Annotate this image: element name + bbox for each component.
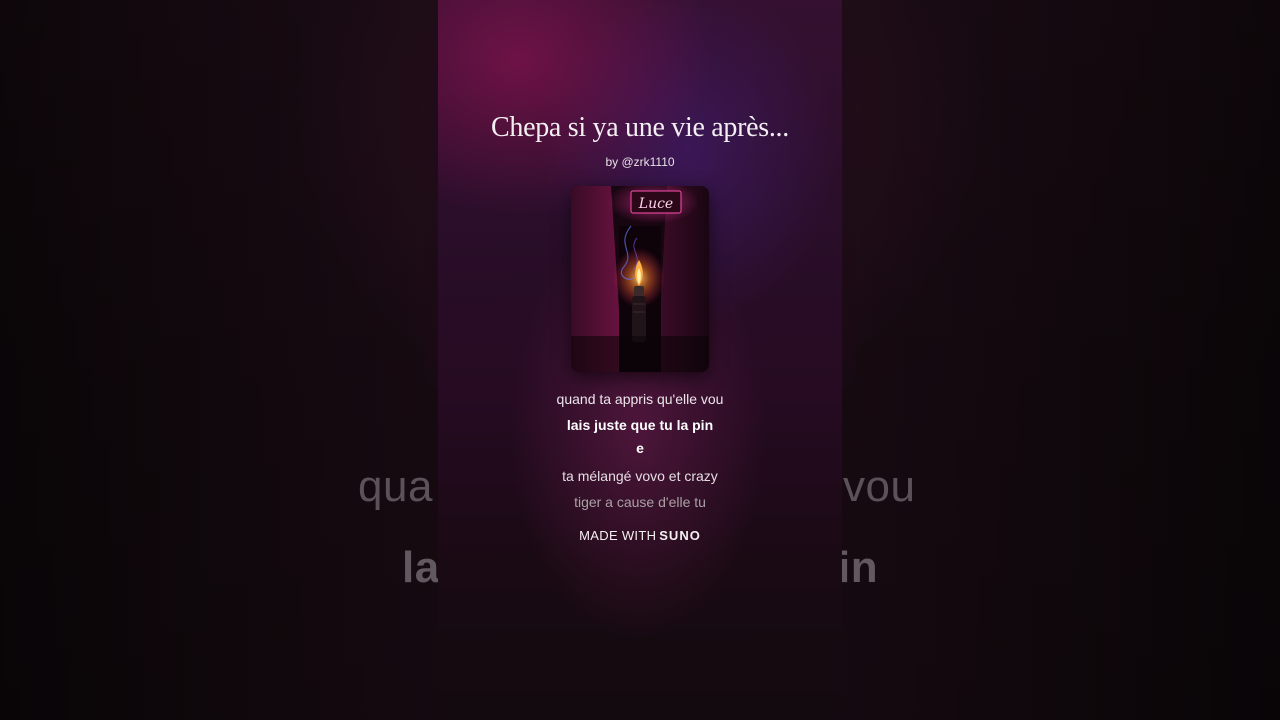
cover-art-illustration: Luce	[571, 186, 709, 372]
lyric-line-current-continued: e	[636, 440, 644, 456]
made-with-label: MADE WITH	[579, 528, 657, 543]
cover-neon-sign: Luce	[638, 196, 673, 212]
cover-art: Luce	[571, 186, 709, 372]
lyric-line-next: ta mélangé vovo et crazy	[562, 468, 718, 484]
lyric-line-current: lais juste que tu la pin	[566, 417, 714, 433]
lyric-line-upcoming: tiger a cause d'elle tu	[574, 494, 706, 510]
lyric-line-previous: quand ta appris qu'elle vou	[556, 391, 724, 407]
background-left-shade	[0, 0, 440, 720]
background-right-shade	[840, 0, 1280, 720]
suno-brand: SUNO	[659, 528, 701, 543]
background-lyric-right: vou	[843, 462, 916, 511]
player-card: Chepa si ya une vie après... by @zrk1110	[438, 0, 842, 720]
background-lyric-left: qua	[358, 462, 433, 511]
made-with-suno-credit: MADE WITH SUNO	[438, 528, 842, 543]
background-lyric-right: in	[838, 543, 879, 592]
background-lyric-left: la	[402, 543, 440, 592]
artist-handle: by @zrk1110	[605, 155, 675, 169]
song-title: Chepa si ya une vie après...	[491, 112, 789, 143]
